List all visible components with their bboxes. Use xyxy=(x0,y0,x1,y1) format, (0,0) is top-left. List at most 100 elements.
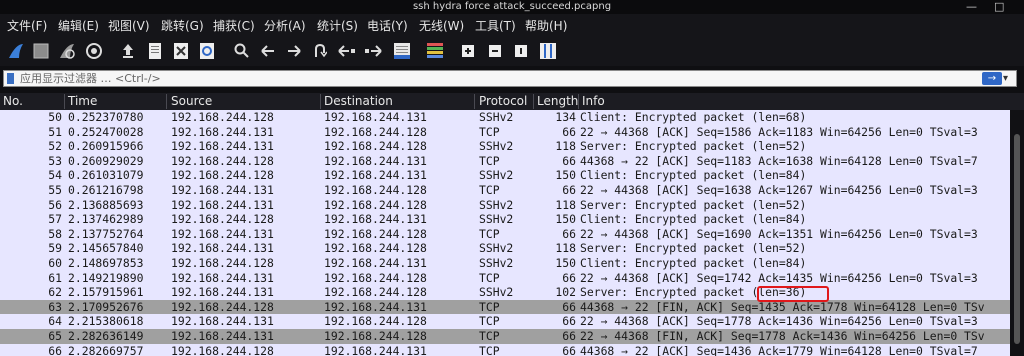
save-file-icon[interactable] xyxy=(145,40,165,62)
menu-file[interactable]: 文件(F) xyxy=(7,17,47,34)
cell-time: 0.252370780 xyxy=(68,110,144,124)
cell-proto: SSHv2 xyxy=(479,197,514,212)
table-row[interactable]: 65 2.282636149 192.168.244.131 192.168.244.… xyxy=(0,329,1010,344)
table-row[interactable]: 56 2.136885693 192.168.244.131 192.168.244.… xyxy=(0,197,1010,213)
column-divider[interactable] xyxy=(320,94,321,109)
stop-icon[interactable] xyxy=(31,40,51,62)
bookmark-icon[interactable] xyxy=(7,73,14,84)
col-info[interactable]: Info xyxy=(582,94,605,108)
normal-size-icon[interactable] xyxy=(511,40,531,62)
zoom-in-icon[interactable] xyxy=(458,40,478,62)
display-filter-input[interactable]: 应用显示过滤器 … <Ctrl-/> → ▾ xyxy=(3,70,1017,87)
cell-src: 192.168.244.131 xyxy=(171,329,274,343)
menu-wireless[interactable]: 无线(W) xyxy=(419,17,464,34)
menu-go[interactable]: 跳转(G) xyxy=(161,17,204,34)
column-divider[interactable] xyxy=(474,94,475,109)
cell-info: 44368 → 22 [ACK] Seq=1183 Ack=1638 Win=6… xyxy=(580,153,978,168)
cell-dst: 192.168.244.131 xyxy=(324,343,427,356)
resize-columns-icon[interactable] xyxy=(538,40,558,62)
menu-telephony[interactable]: 电话(Y) xyxy=(367,17,408,34)
add-filter-icon[interactable]: ▾ xyxy=(1003,71,1013,86)
vertical-scrollbar[interactable] xyxy=(1010,110,1024,356)
cell-proto: SSHv2 xyxy=(479,285,514,300)
forward-arrow-icon[interactable] xyxy=(284,40,304,62)
table-row[interactable]: 52 0.260915966 192.168.244.131 192.168.244.… xyxy=(0,139,1010,154)
col-source[interactable]: Source xyxy=(171,94,212,108)
table-row[interactable]: 64 2.215380618 192.168.244.131 192.168.244.… xyxy=(0,314,1010,329)
menu-view[interactable]: 视图(V) xyxy=(108,17,150,34)
apply-filter-button[interactable]: → xyxy=(982,72,1002,85)
open-file-icon[interactable] xyxy=(118,40,138,62)
table-row[interactable]: 60 2.148697853 192.168.244.128 192.168.244.… xyxy=(0,256,1010,271)
maximize-button[interactable]: □ xyxy=(994,0,1004,14)
jump-icon[interactable] xyxy=(310,40,330,62)
col-destination[interactable]: Destination xyxy=(324,94,393,108)
shark-fin-icon[interactable] xyxy=(6,40,26,62)
table-row[interactable]: 54 0.261031079 192.168.244.128 192.168.244.… xyxy=(0,168,1010,183)
cell-src: 192.168.244.128 xyxy=(171,299,274,314)
column-divider[interactable] xyxy=(166,94,167,109)
column-divider[interactable] xyxy=(578,94,579,109)
cell-len: 150 xyxy=(555,256,576,270)
reload-icon[interactable] xyxy=(197,40,217,62)
first-packet-icon[interactable] xyxy=(337,40,357,62)
table-row[interactable]: 51 0.252470028 192.168.244.131 192.168.244.… xyxy=(0,124,1010,140)
last-packet-icon[interactable] xyxy=(363,40,383,62)
table-row[interactable]: 55 0.261216798 192.168.244.131 192.168.244.… xyxy=(0,183,1010,198)
cell-dst: 192.168.244.131 xyxy=(324,153,427,168)
menu-edit[interactable]: 编辑(E) xyxy=(58,17,99,34)
table-row[interactable]: 63 2.170952676 192.168.244.128 192.168.244.… xyxy=(0,299,1010,315)
cell-time: 0.260915966 xyxy=(68,139,144,154)
cell-time: 0.261216798 xyxy=(68,183,144,197)
colorize-icon[interactable] xyxy=(425,40,445,62)
cell-proto: TCP xyxy=(479,226,500,241)
menu-analyze[interactable]: 分析(A) xyxy=(264,17,306,34)
packet-list[interactable]: 50 0.252370780 192.168.244.128 192.168.244.… xyxy=(0,110,1010,356)
table-row[interactable]: 66 2.282669757 192.168.244.128 192.168.244.… xyxy=(0,343,1010,356)
menu-tools[interactable]: 工具(T) xyxy=(475,17,516,34)
cell-no: 57 xyxy=(48,212,62,227)
cell-no: 64 xyxy=(48,314,62,329)
cell-src: 192.168.244.128 xyxy=(171,212,274,227)
menu-help[interactable]: 帮助(H) xyxy=(525,17,567,34)
back-arrow-icon[interactable] xyxy=(258,40,278,62)
table-row[interactable]: 61 2.149219890 192.168.244.131 192.168.244.… xyxy=(0,270,1010,286)
autoscroll-icon[interactable] xyxy=(392,40,412,62)
col-length[interactable]: Length xyxy=(537,94,578,108)
column-divider[interactable] xyxy=(64,94,65,109)
col-no[interactable]: No. xyxy=(3,94,23,108)
cell-time: 2.170952676 xyxy=(68,299,144,314)
menu-statistics[interactable]: 统计(S) xyxy=(317,17,358,34)
column-divider[interactable] xyxy=(533,94,534,109)
scrollbar-thumb[interactable] xyxy=(1014,134,1020,344)
search-icon[interactable] xyxy=(232,40,252,62)
cell-src: 192.168.244.131 xyxy=(171,270,274,285)
menu-capture[interactable]: 捕获(C) xyxy=(213,17,255,34)
cell-proto: TCP xyxy=(479,314,500,329)
close-file-icon[interactable] xyxy=(171,40,191,62)
cell-dst: 192.168.244.128 xyxy=(324,124,427,139)
cell-time: 2.215380618 xyxy=(68,314,144,329)
table-row[interactable]: 58 2.137752764 192.168.244.131 192.168.244.… xyxy=(0,226,1010,242)
cell-dst: 192.168.244.131 xyxy=(324,212,427,227)
table-row[interactable]: 59 2.145657840 192.168.244.131 192.168.244.… xyxy=(0,241,1010,256)
cell-time: 2.282669757 xyxy=(68,343,144,356)
cell-len: 150 xyxy=(555,212,576,227)
table-row[interactable]: 50 0.252370780 192.168.244.128 192.168.244.… xyxy=(0,110,1010,125)
cell-src: 192.168.244.128 xyxy=(171,343,274,356)
col-time[interactable]: Time xyxy=(68,94,97,108)
main-toolbar xyxy=(0,36,1024,66)
table-row[interactable]: 57 2.137462989 192.168.244.128 192.168.244.… xyxy=(0,212,1010,227)
cell-info: 22 → 44368 [ACK] Seq=1690 Ack=1351 Win=6… xyxy=(580,226,978,241)
cell-dst: 192.168.244.128 xyxy=(324,197,427,212)
col-protocol[interactable]: Protocol xyxy=(479,94,527,108)
cell-proto: TCP xyxy=(479,183,500,197)
cell-info: 22 → 44368 [ACK] Seq=1638 Ack=1267 Win=6… xyxy=(580,183,978,197)
minimize-button[interactable]: — xyxy=(966,0,977,14)
table-row[interactable]: 53 0.260929029 192.168.244.128 192.168.244.… xyxy=(0,153,1010,169)
restart-icon[interactable] xyxy=(57,40,77,62)
cell-dst: 192.168.244.128 xyxy=(324,183,427,197)
options-gear-icon[interactable] xyxy=(84,40,104,62)
table-row[interactable]: 62 2.157915961 192.168.244.131 192.168.244.… xyxy=(0,285,1010,300)
zoom-out-icon[interactable] xyxy=(485,40,505,62)
